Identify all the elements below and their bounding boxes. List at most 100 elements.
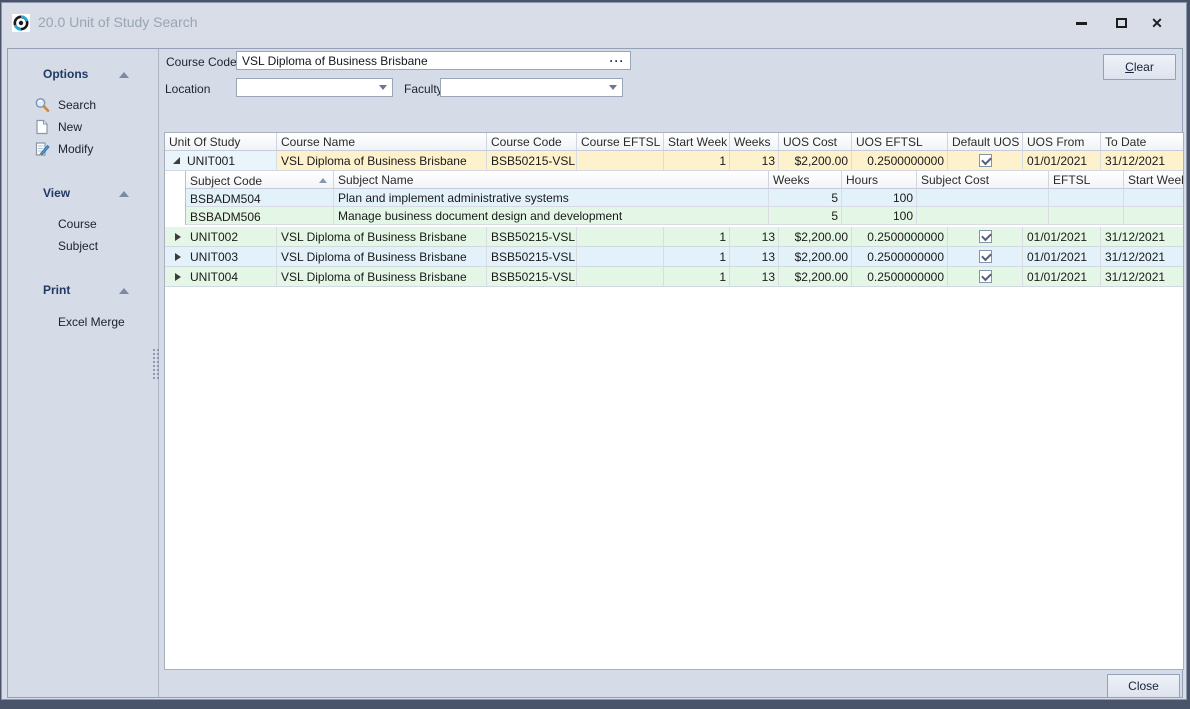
close-window-button[interactable]: ✕ [1142,11,1172,35]
faculty-dropdown[interactable] [440,78,623,97]
column-header-weeks[interactable]: Weeks [769,171,842,188]
cell-subject-cost[interactable] [917,189,1049,206]
sidebar-item-subject[interactable]: Subject [8,237,155,255]
cell-course-eftsl[interactable] [577,267,664,286]
default-uos-checkbox[interactable] [979,250,992,263]
location-dropdown[interactable] [236,78,393,97]
column-header-start-week[interactable]: Start Week [1124,171,1183,188]
cell-unit-of-study[interactable]: UNIT003 [165,247,277,266]
cell-course-eftsl[interactable] [577,247,664,266]
cell-course-name[interactable]: VSL Diploma of Business Brisbane [277,267,487,286]
sidebar-item-new[interactable]: New [8,118,155,136]
column-header-start-week[interactable]: Start Week [664,133,730,150]
default-uos-checkbox[interactable] [979,270,992,283]
cell-start-week[interactable]: 1 [664,151,730,170]
sidebar-item-search[interactable]: Search [8,96,155,114]
column-header-course-name[interactable]: Course Name [277,133,487,150]
cell-course-eftsl[interactable] [577,151,664,170]
cell-uos-from[interactable]: 01/01/2021 [1023,227,1101,246]
table-row[interactable]: UNIT002 VSL Diploma of Business Brisbane… [165,227,1183,247]
sidebar-group-print[interactable]: Print [8,282,155,298]
column-header-default-uos[interactable]: Default UOS [948,133,1023,150]
cell-subject-code[interactable]: BSBADM504 [186,189,334,206]
column-header-uos-eftsl[interactable]: UOS EFTSL [852,133,948,150]
column-header-eftsl[interactable]: EFTSL [1049,171,1124,188]
default-uos-checkbox[interactable] [979,230,992,243]
cell-start-week[interactable]: 1 [664,267,730,286]
cell-uos-cost[interactable]: $2,200.00 [779,267,852,286]
cell-start-week[interactable] [1124,207,1183,224]
cell-default-uos[interactable] [948,151,1023,170]
cell-default-uos[interactable] [948,247,1023,266]
column-header-subject-code[interactable]: Subject Code [186,171,334,188]
cell-weeks[interactable]: 13 [730,227,779,246]
cell-eftsl[interactable] [1049,189,1124,206]
expand-row-icon[interactable] [175,253,181,261]
course-code-field[interactable]: VSL Diploma of Business Brisbane ··· [236,51,631,70]
cell-course-code[interactable]: BSB50215-VSL [487,247,577,266]
cell-uos-eftsl[interactable]: 0.2500000000 [852,267,948,286]
column-header-subject-cost[interactable]: Subject Cost [917,171,1049,188]
collapse-icon[interactable] [119,288,129,294]
sidebar-splitter[interactable] [155,49,159,697]
cell-subject-code[interactable]: BSBADM506 [186,207,334,224]
column-header-hours[interactable]: Hours [842,171,917,188]
maximize-button[interactable] [1106,11,1136,35]
cell-uos-cost[interactable]: $2,200.00 [779,151,852,170]
column-header-course-eftsl[interactable]: Course EFTSL [577,133,664,150]
column-header-unit-of-study[interactable]: Unit Of Study [165,133,277,150]
clear-button[interactable]: Clear [1103,54,1176,80]
cell-course-name[interactable]: VSL Diploma of Business Brisbane [277,227,487,246]
collapse-row-icon[interactable] [173,157,180,164]
column-header-subject-name[interactable]: Subject Name [334,171,769,188]
cell-uos-cost[interactable]: $2,200.00 [779,227,852,246]
expand-row-icon[interactable] [175,233,181,241]
cell-weeks[interactable]: 13 [730,267,779,286]
cell-uos-cost[interactable]: $2,200.00 [779,247,852,266]
close-button[interactable]: Close [1107,674,1180,698]
cell-uos-from[interactable]: 01/01/2021 [1023,247,1101,266]
cell-eftsl[interactable] [1049,207,1124,224]
collapse-icon[interactable] [119,72,129,78]
sidebar-item-course[interactable]: Course [8,215,155,233]
cell-default-uos[interactable] [948,227,1023,246]
cell-start-week[interactable] [1124,189,1183,206]
column-header-weeks[interactable]: Weeks [730,133,779,150]
cell-subject-cost[interactable] [917,207,1049,224]
detail-row[interactable]: BSBADM504 Plan and implement administrat… [186,189,1183,207]
dropdown-arrow-icon[interactable] [374,85,392,90]
table-row[interactable]: UNIT004 VSL Diploma of Business Brisbane… [165,267,1183,287]
cell-subject-name[interactable]: Manage business document design and deve… [334,207,769,224]
cell-weeks[interactable]: 5 [769,189,842,206]
cell-start-week[interactable]: 1 [664,247,730,266]
splitter-grip-icon[interactable] [152,348,159,380]
cell-course-eftsl[interactable] [577,227,664,246]
ellipsis-button[interactable]: ··· [604,52,630,69]
cell-uos-eftsl[interactable]: 0.2500000000 [852,151,948,170]
column-header-course-code[interactable]: Course Code [487,133,577,150]
cell-course-name[interactable]: VSL Diploma of Business Brisbane [277,151,487,170]
expand-row-icon[interactable] [175,273,181,281]
cell-hours[interactable]: 100 [842,207,917,224]
course-code-value[interactable]: VSL Diploma of Business Brisbane [237,54,604,68]
dropdown-arrow-icon[interactable] [604,85,622,90]
cell-uos-from[interactable]: 01/01/2021 [1023,267,1101,286]
cell-to-date[interactable]: 31/12/2021 [1101,151,1183,170]
cell-subject-name[interactable]: Plan and implement administrative system… [334,189,769,206]
cell-uos-eftsl[interactable]: 0.2500000000 [852,247,948,266]
cell-unit-of-study[interactable]: UNIT002 [165,227,277,246]
cell-to-date[interactable]: 31/12/2021 [1101,227,1183,246]
column-header-uos-cost[interactable]: UOS Cost [779,133,852,150]
cell-weeks[interactable]: 13 [730,151,779,170]
cell-start-week[interactable]: 1 [664,227,730,246]
sidebar-group-view[interactable]: View [8,185,155,201]
collapse-icon[interactable] [119,191,129,197]
cell-hours[interactable]: 100 [842,189,917,206]
cell-course-code[interactable]: BSB50215-VSL [487,151,577,170]
sidebar-item-modify[interactable]: Modify [8,140,155,158]
cell-unit-of-study[interactable]: UNIT001 [165,151,277,170]
cell-weeks[interactable]: 13 [730,247,779,266]
cell-course-code[interactable]: BSB50215-VSL [487,227,577,246]
cell-unit-of-study[interactable]: UNIT004 [165,267,277,286]
sidebar-group-options[interactable]: Options [8,66,155,82]
